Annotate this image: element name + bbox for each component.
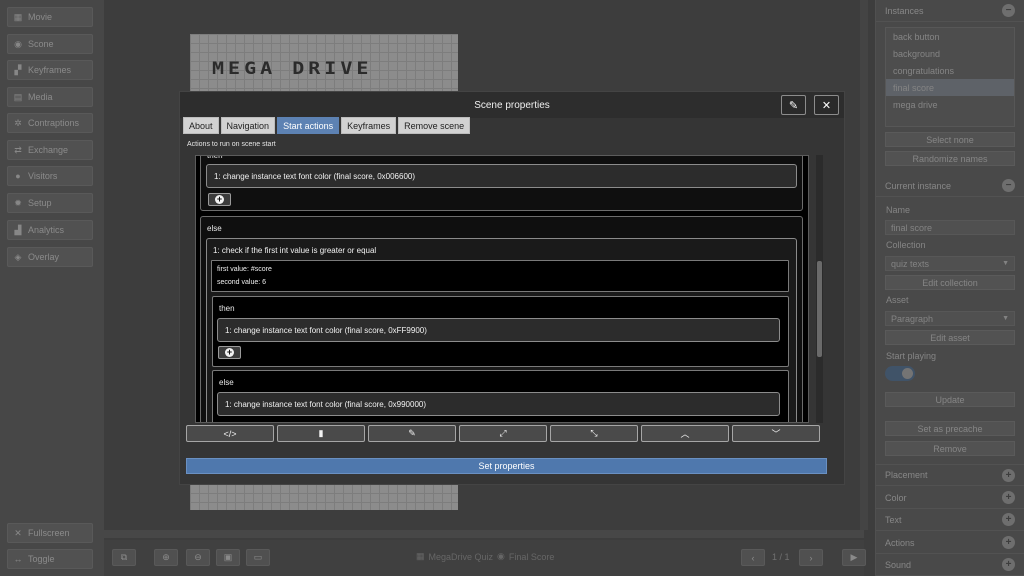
else-block: else 1: check if the first int value is …: [200, 216, 803, 422]
else-label: else: [207, 224, 222, 233]
add-action-button[interactable]: +: [218, 346, 241, 359]
trash-icon[interactable]: ▮: [277, 425, 365, 442]
tab-about[interactable]: About: [183, 117, 219, 134]
close-icon[interactable]: ✕: [814, 95, 839, 115]
chevron-up-icon[interactable]: ︿: [641, 425, 729, 442]
then-label: then: [219, 304, 235, 313]
set-properties-button[interactable]: Set properties: [186, 458, 827, 474]
add-action-button[interactable]: +: [208, 193, 231, 206]
nested-then-block: then 1: change instance text font color …: [212, 296, 789, 367]
dialog-titlebar: Scene properties ✎ ✕: [180, 92, 844, 118]
expand-icon[interactable]: ⤢: [459, 425, 547, 442]
condition-block[interactable]: 1: check if the first int value is great…: [206, 238, 797, 422]
scene-properties-dialog: Scene properties ✎ ✕ About Navigation St…: [179, 91, 845, 485]
plus-icon: +: [225, 347, 234, 357]
pencil-icon[interactable]: ✎: [781, 95, 806, 115]
dialog-title: Scene properties: [474, 99, 550, 111]
then-label: then: [207, 155, 223, 160]
plus-icon: +: [215, 194, 224, 204]
code-icon[interactable]: </>: [186, 425, 274, 442]
then-block: then 1: change instance text font color …: [200, 155, 803, 211]
tab-start-actions[interactable]: Start actions: [277, 117, 340, 134]
param-second-value: second value: 6: [217, 279, 267, 286]
collapse-icon[interactable]: ⤡: [550, 425, 638, 442]
chevron-down-icon[interactable]: ﹀: [732, 425, 820, 442]
actions-subtitle: Actions to run on scene start: [187, 141, 276, 148]
tab-navigation[interactable]: Navigation: [220, 117, 276, 134]
tab-keyframes[interactable]: Keyframes: [341, 117, 397, 134]
actions-toolbar: </> ▮ ✎ ⤢ ⤡ ︿ ﹀: [186, 425, 820, 442]
condition-label: 1: check if the first int value is great…: [213, 246, 377, 255]
condition-params: first value: #score second value: 6: [211, 260, 789, 292]
nested-else-block: else 1: change instance text font color …: [212, 370, 789, 422]
action-row[interactable]: 1: change instance text font color (fina…: [217, 318, 780, 342]
param-first-value: first value: #score: [217, 266, 272, 273]
else-label: else: [219, 378, 234, 387]
action-row[interactable]: 1: change instance text font color (fina…: [206, 164, 797, 188]
actions-editor: then 1: change instance text font color …: [195, 155, 809, 423]
action-row[interactable]: 1: change instance text font color (fina…: [217, 392, 780, 416]
pencil-icon[interactable]: ✎: [368, 425, 456, 442]
tab-remove-scene[interactable]: Remove scene: [398, 117, 471, 134]
scroll-thumb[interactable]: [817, 261, 822, 357]
actions-scrollbar[interactable]: [816, 155, 823, 423]
dialog-tabs: About Navigation Start actions Keyframes…: [183, 117, 471, 134]
